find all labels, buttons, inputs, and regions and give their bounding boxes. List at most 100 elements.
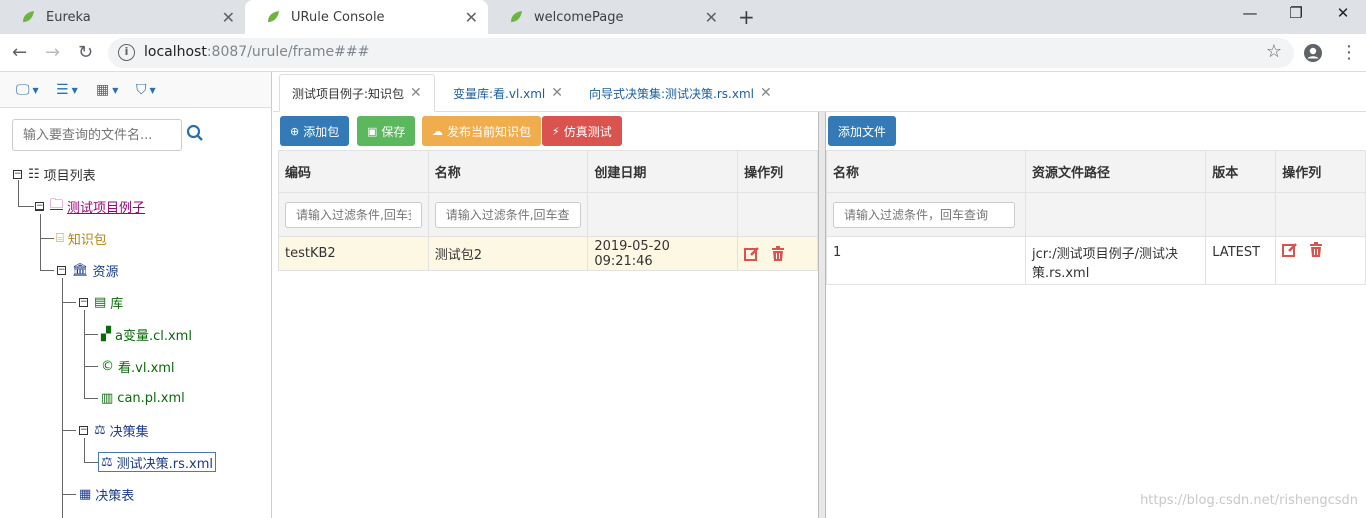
spring-leaf-icon [511,11,522,22]
button-label: 添加包 [303,124,340,139]
edit-icon[interactable] [1282,242,1298,258]
simulate-test-button[interactable]: ⚡ 仿真测试 [542,116,622,146]
tree-node-project-list[interactable]: − ☷ 项目列表 [13,164,96,184]
browser-tab-welcome[interactable]: welcomePage ✕ [488,0,728,34]
tab-knowledge-package[interactable]: 测试项目例子:知识包 ✕ [279,74,435,112]
plus-circle-icon: ⊕ [290,124,300,138]
tree-node-label: 知识包 [67,232,107,248]
name-filter-input[interactable] [434,201,582,228]
grid-icon[interactable]: ▦ ▼ [96,82,118,98]
forward-button[interactable]: → [45,42,60,63]
tree-node-knowledge-package[interactable]: ⌸ 知识包 [56,228,107,248]
window-close-button[interactable]: ✕ [1320,4,1366,22]
cell-name: 1 [826,236,1026,285]
trash-icon[interactable] [1308,242,1324,258]
editor-tabs: 测试项目例子:知识包 ✕ 变量库:看.vl.xml ✕ 向导式决策集:测试决策.rs… [273,72,1366,112]
account-icon[interactable] [1303,43,1323,63]
save-button[interactable]: ▣ 保存 [357,116,416,146]
close-icon[interactable]: ✕ [222,8,235,27]
close-icon[interactable]: ✕ [465,8,478,27]
browser-tab-urule[interactable]: URule Console ✕ [245,0,488,34]
list-icon[interactable]: ☰ ▼ [56,82,78,98]
tree-node-file[interactable]: © 看.vl.xml [101,356,175,376]
browser-tab-title: welcomePage [534,9,624,25]
collapse-icon[interactable]: − [13,169,22,179]
tree-node-label: a变量.cl.xml [115,328,192,344]
tree-node-resources[interactable]: − 🏛 资源 [57,260,119,280]
folder-icon: 🗀 [50,197,64,212]
tree-node-ruleset-file[interactable]: ⚖ 测试决策.rs.xml [98,452,217,472]
cell-actions [1275,236,1366,285]
column-header[interactable]: 编码 [278,150,429,193]
address-bar[interactable]: i localhost:8087/urule/frame### ☆ [108,38,1294,68]
url-text[interactable]: localhost:8087/urule/frame### [144,44,369,60]
maximize-button[interactable]: ❐ [1273,4,1319,22]
panel-splitter[interactable] [818,112,826,518]
collapse-icon[interactable]: − [79,297,88,307]
close-icon[interactable]: ✕ [760,85,772,101]
list-box-icon: ☷ [28,166,40,182]
cell-date: 2019-05-20 09:21:46 [587,236,739,271]
table-row[interactable]: 1 jcr:/测试项目例子/测试决策.rs.xml LATEST [826,236,1366,285]
column-header[interactable]: 名称 [826,150,1026,193]
code-filter-input[interactable] [285,201,422,228]
close-icon[interactable]: ✕ [551,85,563,101]
close-icon[interactable]: ✕ [705,8,718,27]
scale-icon: ⚖ [94,422,106,438]
bank-icon: 🏛 [72,262,89,278]
column-header[interactable]: 资源文件路径 [1024,150,1207,193]
file-search-input[interactable] [12,119,182,151]
browser-tab-eureka[interactable]: Eureka ✕ [0,0,245,34]
reload-button[interactable]: ↻ [78,42,93,63]
shield-icon[interactable]: ⛉ ▼ [136,82,156,98]
cell-version: LATEST [1205,236,1277,285]
filter-cell [737,192,818,237]
tree-node-decision-table[interactable]: ▦ 决策表 [79,484,134,504]
filter-cell [587,192,739,237]
browser-toolbar: ← → ↻ i localhost:8087/urule/frame### ☆ … [0,34,1366,72]
tree-node-library[interactable]: − ▤ 库 [79,292,123,312]
monitor-icon[interactable]: 🖵 ▼ [16,82,39,98]
package-icon: ⌸ [56,230,64,246]
cell-path: jcr:/测试项目例子/测试决策.rs.xml [1024,236,1207,285]
tree-node-label: 测试项目例子 [67,200,146,216]
add-package-button[interactable]: ⊕ 添加包 [280,116,350,146]
back-button[interactable]: ← [12,42,27,63]
collapse-icon[interactable]: − [35,201,44,211]
filter-cell [1205,192,1277,237]
column-header[interactable]: 名称 [427,150,589,193]
bookmark-star-icon[interactable]: ☆ [1266,41,1282,62]
cloud-upload-icon: ☁ [432,124,443,138]
tree-node-file[interactable]: ▥ can.pl.xml [101,388,185,408]
tree-node-label: 决策表 [95,488,135,504]
add-file-button[interactable]: 添加文件 [828,116,897,146]
tree-node-ruleset[interactable]: − ⚖ 决策集 [79,420,149,440]
url-path: :8087/urule/frame### [206,44,370,60]
resource-table: 名称 资源文件路径 版本 操作列 1 jcr:/测试项目例子/测试决策.rs.x… [826,150,1366,285]
scale-icon: ⚖ [101,454,113,470]
tab-variable-library[interactable]: 变量库:看.vl.xml ✕ [441,74,575,112]
button-label: 添加文件 [838,124,887,139]
tab-ruleset[interactable]: 向导式决策集:测试决策.rs.xml ✕ [577,74,784,112]
info-icon[interactable]: i [118,44,135,61]
collapse-icon[interactable]: − [57,265,66,275]
search-icon[interactable] [186,124,204,142]
column-header[interactable]: 版本 [1205,150,1277,193]
tree-node-file[interactable]: ▞ a变量.cl.xml [101,324,192,344]
resource-name-filter-input[interactable] [833,201,1015,228]
close-icon[interactable]: ✕ [410,85,422,101]
browser-tab-title: URule Console [291,9,385,25]
table-row[interactable]: testKB2 测试包2 2019-05-20 09:21:46 [278,236,818,271]
button-label: 发布当前知识包 [447,124,532,139]
edit-icon[interactable] [744,246,760,262]
new-tab-button[interactable]: + [738,5,755,29]
publish-package-button[interactable]: ☁ 发布当前知识包 [422,116,542,146]
menu-kebab-icon[interactable]: ⋮ [1340,42,1358,63]
browser-tab-strip: Eureka ✕ URule Console ✕ welcomePage ✕ +… [0,0,1366,34]
trash-icon[interactable] [770,245,786,262]
collapse-icon[interactable]: − [79,425,88,435]
minimize-button[interactable]: — [1227,4,1273,22]
tree-node-label: 项目列表 [43,168,96,184]
tree-node-project[interactable]: − 🗀 测试项目例子 [35,196,145,216]
column-header[interactable]: 创建日期 [587,150,739,193]
